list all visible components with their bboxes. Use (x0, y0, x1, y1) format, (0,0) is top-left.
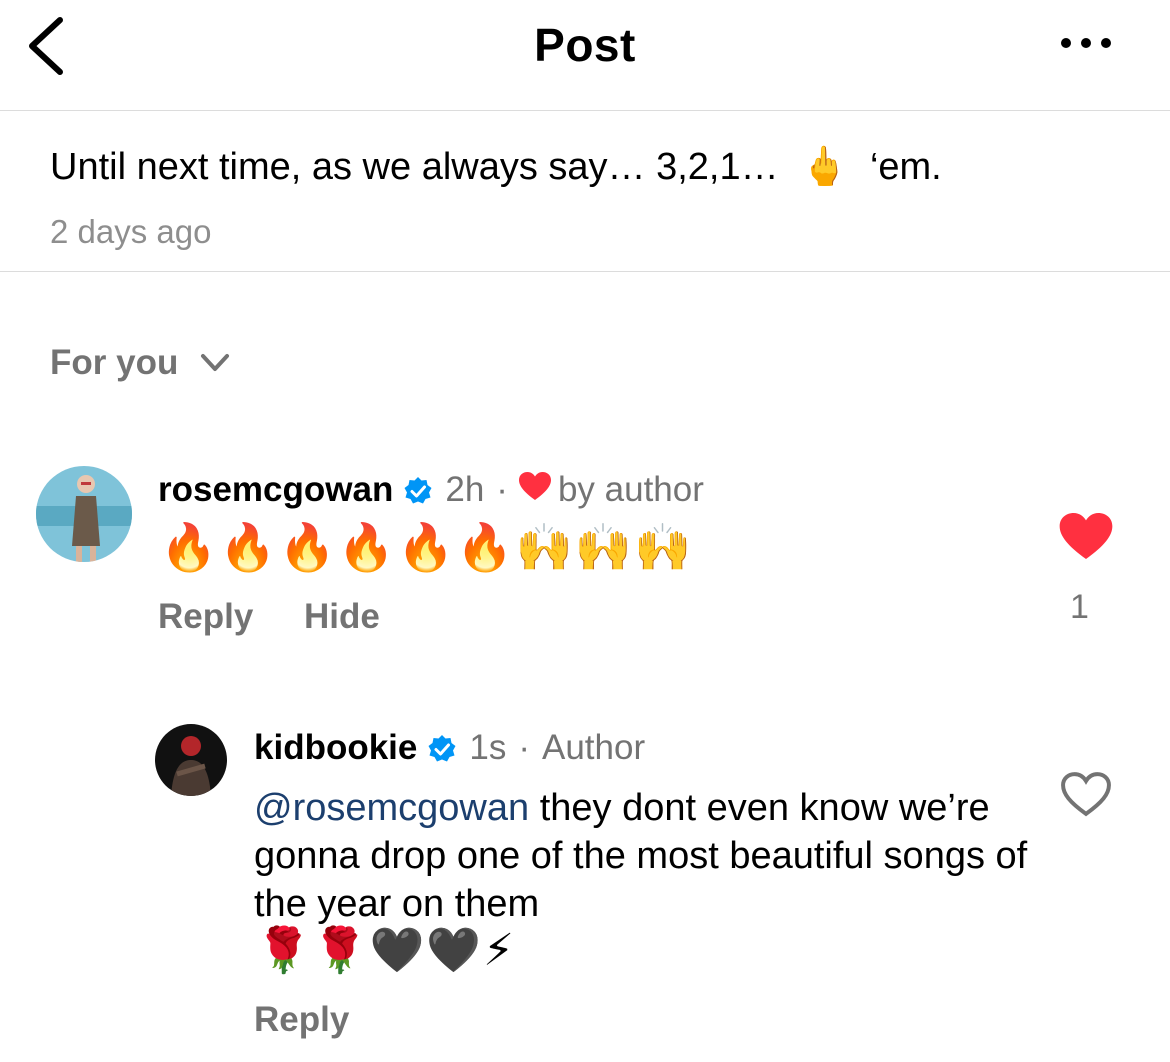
more-options-button[interactable] (1056, 30, 1116, 56)
avatar-image (36, 466, 132, 562)
heart-filled-icon (1059, 512, 1113, 560)
comment-text: @rosemcgowan they dont even know we’re g… (254, 784, 1034, 928)
verified-badge-icon (427, 733, 457, 763)
hide-button[interactable]: Hide (304, 597, 380, 637)
caption-text-main: Until next time, as we always say… 3,2,1… (50, 146, 779, 188)
like-button[interactable] (1058, 510, 1114, 562)
comment-username[interactable]: rosemcgowan (158, 470, 393, 510)
like-button[interactable] (1060, 770, 1112, 818)
caption-text: Until next time, as we always say… 3,2,1… (50, 145, 942, 189)
heart-outline-icon (1061, 772, 1111, 817)
sort-label: For you (50, 343, 179, 382)
verified-badge-icon (403, 475, 433, 505)
page-title: Post (534, 19, 636, 71)
top-bar: Post (0, 0, 1170, 111)
chevron-down-icon (201, 354, 230, 371)
caption-emoji: 🖕 (800, 146, 848, 188)
mention-link[interactable]: @rosemcgowan (254, 787, 529, 829)
heart-icon (518, 470, 552, 510)
author-label: Author (542, 728, 646, 767)
reply-button[interactable]: Reply (254, 1000, 349, 1040)
comment-emojis: 🌹🌹🖤🖤⚡ (256, 925, 517, 976)
more-horizontal-icon (1061, 38, 1111, 48)
comment-text: 🔥🔥🔥🔥🔥🔥🙌🙌🙌 (160, 520, 694, 574)
meta-separator: · (518, 728, 530, 767)
avatar[interactable] (155, 724, 227, 796)
liked-by-author-label: by author (557, 470, 704, 509)
avatar[interactable] (36, 466, 132, 562)
like-count[interactable]: 1 (1070, 588, 1089, 627)
comment-username[interactable]: kidbookie (254, 728, 417, 768)
comment-time: 1s (469, 728, 507, 767)
caption-text-end: ‘em. (869, 146, 942, 188)
comment-time: 2h (445, 470, 485, 509)
comment-meta: kidbookie 1s · Author (254, 724, 645, 772)
post-timestamp: 2 days ago (50, 213, 212, 250)
reply-button[interactable]: Reply (158, 597, 253, 637)
comment-meta: rosemcgowan 2h · by author (158, 466, 704, 514)
post-caption: Until next time, as we always say… 3,2,1… (0, 111, 1170, 272)
avatar-image (155, 724, 227, 796)
comment-sort-dropdown[interactable]: For you (50, 343, 230, 383)
meta-separator: · (496, 470, 508, 509)
